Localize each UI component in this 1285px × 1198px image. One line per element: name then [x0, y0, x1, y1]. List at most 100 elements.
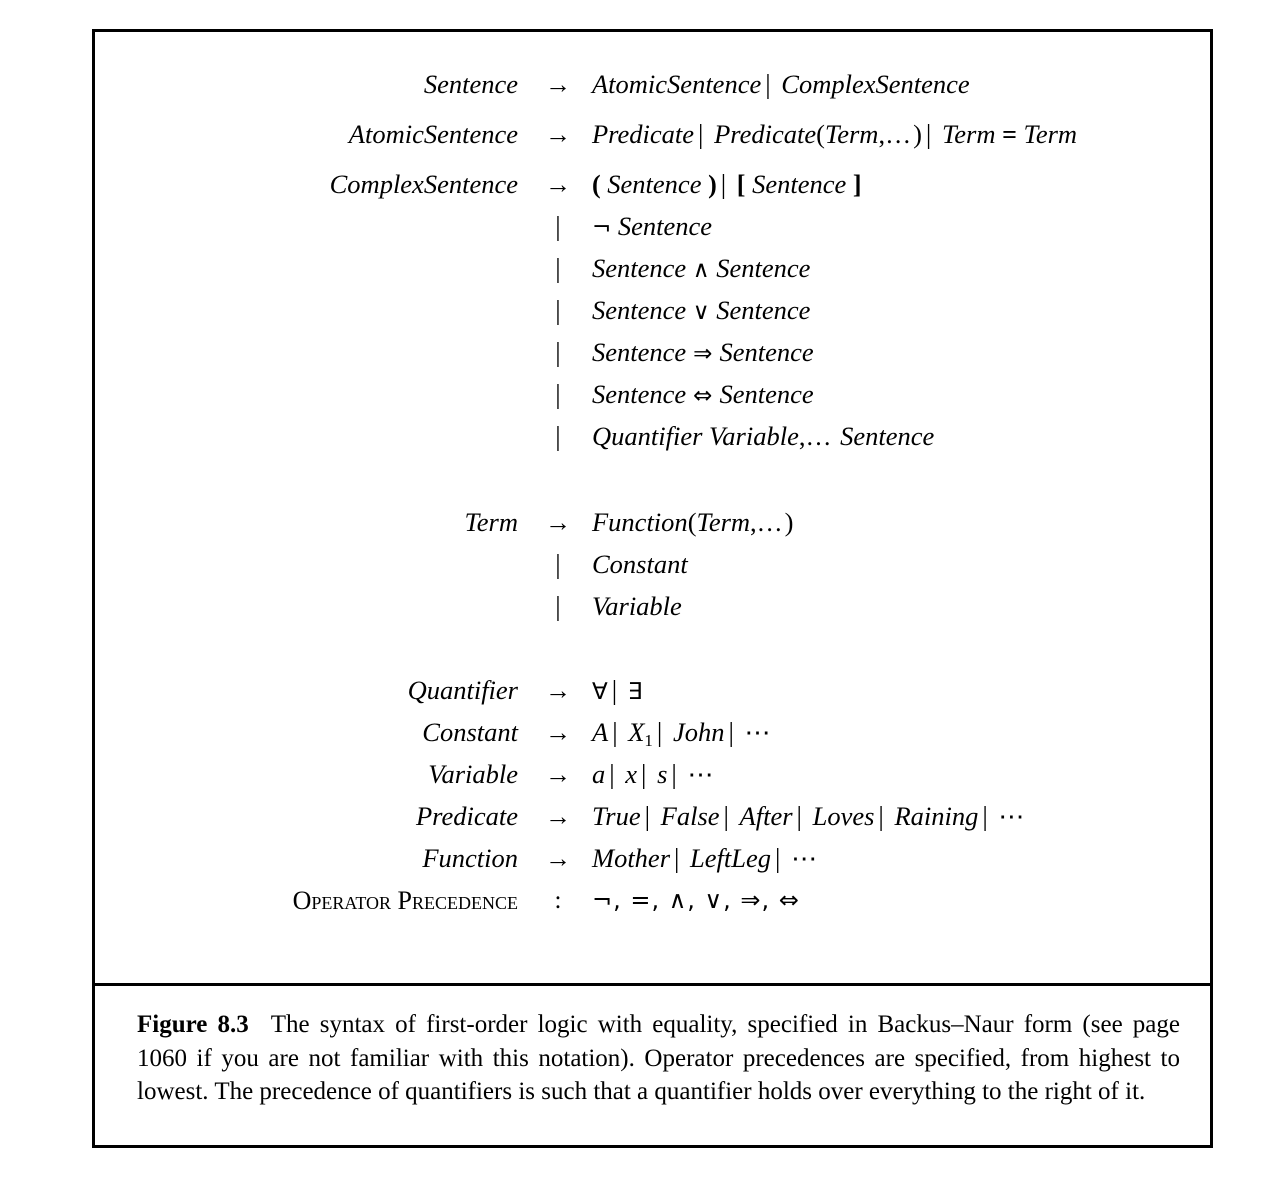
alt-bar-icon: | [555, 253, 561, 283]
rule-rhs-term-constant: Constant [592, 544, 688, 586]
rule-rhs-iff-sentence: Sentence ⇔ Sentence [592, 374, 814, 418]
rule-rhs-variable: a | x | s | ⋯ [592, 754, 715, 796]
cdots-icon: ⋯ [998, 802, 1027, 831]
rule-rhs-complex-sentence: ( Sentence ) | [ Sentence ] [592, 164, 862, 206]
rule-alt-iff-sentence: | Sentence ⇔ Sentence [95, 374, 1210, 416]
alt-bar-icon: | [765, 69, 771, 99]
alt-bar-icon: | [644, 801, 651, 831]
arrow-icon: → [545, 760, 571, 789]
arrow-icon: → [545, 676, 571, 705]
token-variable: Variable [709, 421, 799, 451]
exists-icon: ∃ [627, 679, 643, 705]
rule-row-constant: Constant → A | X1 | John | ⋯ [95, 712, 1210, 754]
token-fn-mother: Mother [592, 843, 671, 873]
implies-icon: ⇒ [693, 341, 713, 367]
token-function: Function [592, 507, 688, 537]
rule-row-complex-sentence: ComplexSentence → ( Sentence ) | [ Senten… [95, 164, 1210, 206]
token-const-john: John [672, 717, 725, 747]
rule-alt-term-variable: | Variable [95, 586, 1210, 628]
rule-row-quantifier: Quantifier → ∀ | ∃ [95, 670, 1210, 712]
alt-bar-icon: | [698, 119, 704, 149]
token-fn-leftleg: LeftLeg [690, 843, 772, 873]
rule-alt-not-sentence: | ¬ Sentence [95, 206, 1210, 248]
rule-rhs-quantifier: ∀ | ∃ [592, 670, 642, 714]
rule-row-term: Term → Function(Term,…) [95, 502, 1210, 544]
token-var-s: s [657, 759, 668, 789]
token-pred-false: False [660, 801, 720, 831]
rule-rhs-and-sentence: Sentence ∧ Sentence [592, 248, 810, 292]
token-atomic-sentence: AtomicSentence [592, 69, 762, 99]
token-term: Term [941, 119, 996, 149]
operator-precedence-row: Operator Precedence : ¬, =, ∧, ∨, ⇒, ⇔ [95, 880, 1210, 922]
alt-bar-icon: | [555, 337, 561, 367]
lparen-icon: ( [816, 119, 825, 149]
rule-lhs-predicate: Predicate [415, 801, 518, 831]
token-sentence: Sentence [716, 253, 811, 283]
subscript-one: 1 [644, 731, 653, 750]
token-sentence: Sentence [592, 295, 687, 325]
token-sentence: Sentence [592, 337, 687, 367]
arrow-icon: → [545, 508, 571, 537]
arrow-icon: → [545, 844, 571, 873]
ellipsis-icon: … [885, 120, 914, 149]
figure-caption: Figure 8.3 The syntax of first-order logi… [95, 986, 1210, 1145]
token-variable: Variable [592, 591, 682, 621]
alt-bar-icon: | [656, 717, 663, 747]
alt-bar-icon: | [878, 801, 884, 831]
rule-rhs-atomic-sentence: Predicate | Predicate(Term,…) | Term = Ter… [592, 114, 1077, 156]
alt-bar-icon: | [796, 801, 802, 831]
rule-alt-term-constant: | Constant [95, 544, 1210, 586]
token-var-x: x [625, 759, 638, 789]
rule-alt-quantified-sentence: | Quantifier Variable,… Sentence [95, 416, 1210, 458]
alt-bar-icon: | [555, 421, 561, 451]
alt-bar-icon: | [555, 549, 561, 579]
rule-rhs-sentence: AtomicSentence | ComplexSentence [592, 64, 970, 106]
token-pred-raining: Raining [894, 801, 979, 831]
not-icon: ¬ [592, 215, 612, 241]
rule-lhs-atomic-sentence: AtomicSentence [348, 119, 518, 149]
rule-rhs-or-sentence: Sentence ∨ Sentence [592, 290, 810, 334]
alt-bar-icon: | [611, 675, 618, 705]
rule-lhs-variable: Variable [428, 759, 518, 789]
rule-rhs-term: Function(Term,…) [592, 502, 794, 544]
cdots-icon: ⋯ [791, 844, 820, 873]
token-var-a: a [592, 759, 606, 789]
ellipsis-icon: … [756, 508, 785, 537]
token-sentence: Sentence [592, 253, 687, 283]
alt-bar-icon: | [555, 379, 561, 409]
alt-bar-icon: | [775, 843, 781, 873]
lparen-icon: ( [592, 170, 601, 199]
rbracket-icon: ] [852, 170, 862, 199]
rule-lhs-complex-sentence: ComplexSentence [329, 169, 518, 199]
rule-rhs-quantified-sentence: Quantifier Variable,… Sentence [592, 416, 934, 458]
cdots-icon: ⋯ [744, 718, 773, 747]
rparen-icon: ) [913, 119, 922, 149]
token-const-x: X [628, 717, 645, 747]
token-sentence: Sentence [617, 211, 713, 241]
alt-bar-icon: | [728, 717, 734, 747]
alt-bar-icon: | [641, 759, 647, 789]
rule-row-atomic-sentence: AtomicSentence → Predicate | Predicate(Te… [95, 114, 1210, 156]
alt-bar-icon: | [674, 843, 680, 873]
forall-icon: ∀ [592, 679, 608, 705]
rule-lhs-constant: Constant [422, 717, 518, 747]
comma-icon: , [750, 507, 757, 537]
operator-precedence-label: Operator Precedence [292, 886, 518, 915]
rule-alt-or-sentence: | Sentence ∨ Sentence [95, 290, 1210, 332]
arrow-icon: → [545, 70, 571, 99]
token-term: Term [696, 507, 751, 537]
token-term: Term [824, 119, 879, 149]
token-predicate: Predicate [592, 119, 695, 149]
token-pred-after: After [739, 801, 793, 831]
lbracket-icon: [ [736, 170, 746, 199]
token-pred-loves: Loves [812, 801, 875, 831]
rule-rhs-term-variable: Variable [592, 586, 682, 628]
grammar-body: Sentence → AtomicSentence | ComplexSenten… [95, 32, 1210, 986]
token-sentence: Sentence [719, 337, 814, 367]
figure-number: Figure 8.3 [137, 1011, 249, 1038]
alt-bar-icon: | [925, 119, 932, 149]
token-sentence: Sentence [719, 379, 814, 409]
token-sentence: Sentence [592, 379, 687, 409]
rule-alt-and-sentence: | Sentence ∧ Sentence [95, 248, 1210, 290]
token-sentence: Sentence [840, 421, 935, 451]
